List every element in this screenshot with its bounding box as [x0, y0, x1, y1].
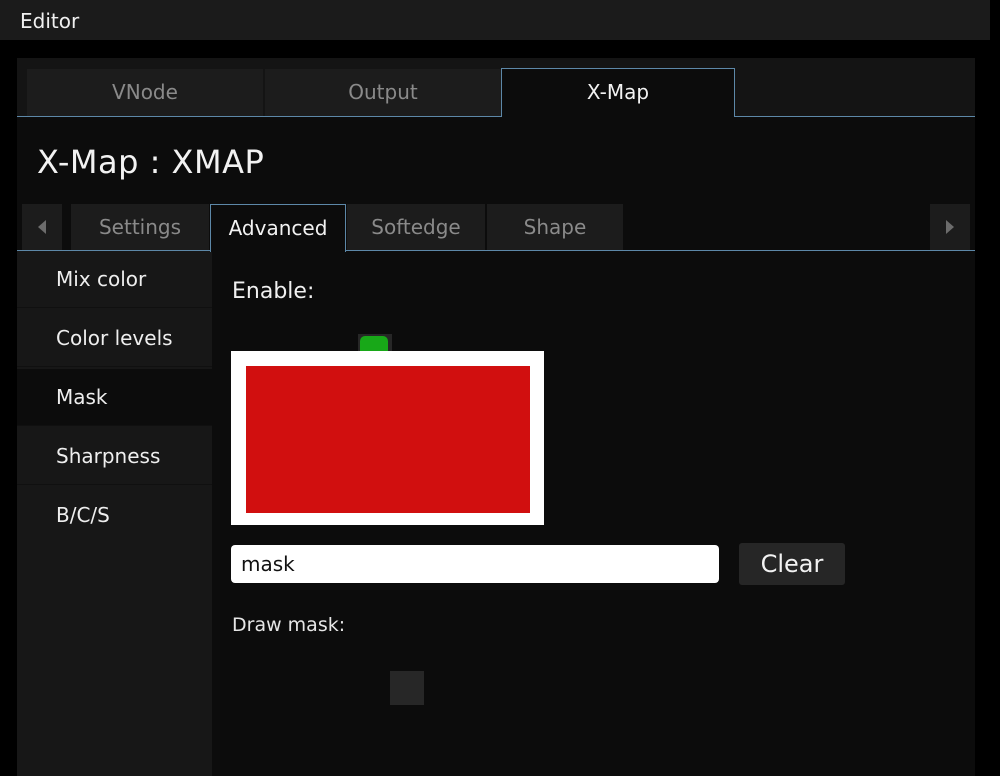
draw-mask-label: Draw mask: [232, 614, 346, 636]
sidebar: Mix color Color levels Mask Sharpness B/… [17, 251, 212, 776]
sidebar-item-bcs[interactable]: B/C/S [17, 487, 212, 544]
top-tabstrip: VNode Output X-Map [17, 58, 975, 117]
scroll-right-button[interactable] [930, 204, 970, 250]
chevron-right-icon [946, 220, 954, 234]
sidebar-item-mask[interactable]: Mask [17, 369, 212, 426]
window-title: Editor [20, 9, 80, 33]
draw-mask-checkbox[interactable] [390, 671, 424, 705]
tab-x-map[interactable]: X-Map [501, 68, 735, 117]
scroll-left-button[interactable] [22, 204, 62, 250]
mask-settings-panel: Enable: Clear Draw mask: [212, 251, 975, 776]
chevron-left-icon [38, 220, 46, 234]
sub-tabstrip: Settings Advanced Softedge Shape [17, 204, 975, 252]
sidebar-item-color-levels[interactable]: Color levels [17, 310, 212, 367]
window-titlebar: Editor [0, 0, 990, 40]
tabstrip-divider [17, 116, 975, 117]
tab-output[interactable]: Output [265, 69, 501, 116]
tab-softedge[interactable]: Softedge [347, 204, 485, 251]
tab-advanced[interactable]: Advanced [210, 204, 346, 252]
tab-settings[interactable]: Settings [71, 204, 209, 251]
mask-preview[interactable] [231, 351, 544, 525]
mask-preview-fill [246, 366, 530, 513]
sidebar-item-sharpness[interactable]: Sharpness [17, 428, 212, 485]
mask-name-input[interactable] [231, 545, 719, 583]
enable-label: Enable: [232, 279, 315, 304]
editor-panel: VNode Output X-Map X-Map : XMAP Settings… [17, 58, 975, 776]
tab-shape[interactable]: Shape [487, 204, 623, 251]
panel-title: X-Map : XMAP [37, 143, 265, 181]
sidebar-item-mix-color[interactable]: Mix color [17, 251, 212, 308]
tab-vnode[interactable]: VNode [27, 69, 263, 116]
clear-button[interactable]: Clear [739, 543, 845, 585]
